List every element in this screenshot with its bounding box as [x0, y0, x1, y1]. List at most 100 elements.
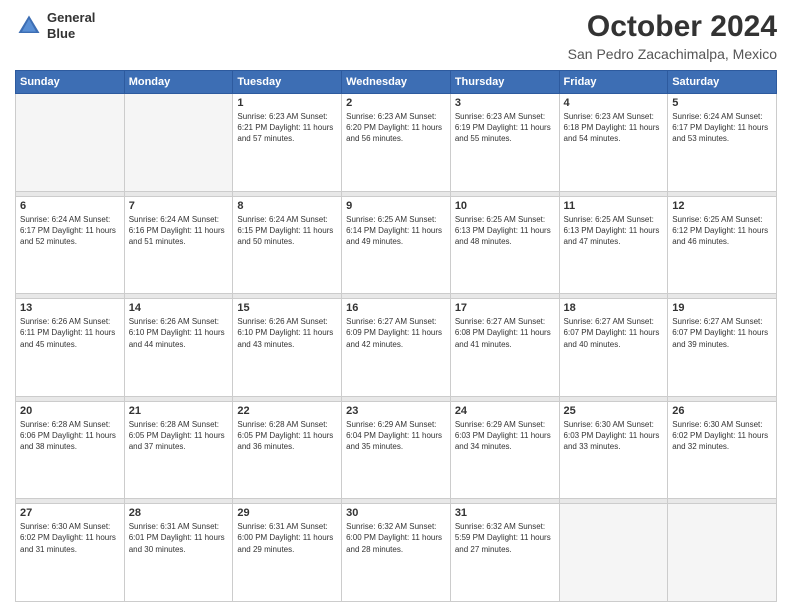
- day-number: 5: [672, 97, 772, 109]
- day-number: 14: [129, 302, 229, 314]
- day-info: Sunrise: 6:27 AM Sunset: 6:07 PM Dayligh…: [672, 316, 772, 350]
- calendar-cell: [124, 94, 233, 192]
- day-number: 3: [455, 97, 555, 109]
- page: General Blue October 2024 San Pedro Zaca…: [0, 0, 792, 612]
- calendar-cell: 27 Sunrise: 6:30 AM Sunset: 6:02 PM Dayli…: [16, 504, 125, 602]
- day-number: 21: [129, 405, 229, 417]
- day-info: Sunrise: 6:32 AM Sunset: 6:00 PM Dayligh…: [346, 521, 446, 555]
- calendar-cell: 12 Sunrise: 6:25 AM Sunset: 6:12 PM Dayli…: [668, 196, 777, 294]
- day-number: 24: [455, 405, 555, 417]
- calendar-cell: 24 Sunrise: 6:29 AM Sunset: 6:03 PM Dayli…: [450, 401, 559, 499]
- day-info: Sunrise: 6:29 AM Sunset: 6:04 PM Dayligh…: [346, 419, 446, 453]
- day-number: 27: [20, 507, 120, 519]
- logo-text: General Blue: [47, 10, 95, 41]
- day-number: 16: [346, 302, 446, 314]
- main-title: October 2024: [568, 10, 777, 44]
- day-number: 30: [346, 507, 446, 519]
- calendar-cell: 8 Sunrise: 6:24 AM Sunset: 6:15 PM Daylig…: [233, 196, 342, 294]
- calendar-cell: 1 Sunrise: 6:23 AM Sunset: 6:21 PM Daylig…: [233, 94, 342, 192]
- calendar-cell: 7Sunrise: 6:24 AM Sunset: 6:16 PM Daylig…: [124, 196, 233, 294]
- calendar-cell: [16, 94, 125, 192]
- day-info: Sunrise: 6:26 AM Sunset: 6:11 PM Dayligh…: [20, 316, 120, 350]
- day-info: Sunrise: 6:27 AM Sunset: 6:08 PM Dayligh…: [455, 316, 555, 350]
- day-info: Sunrise: 6:25 AM Sunset: 6:13 PM Dayligh…: [455, 214, 555, 248]
- weekday-header: Wednesday: [342, 71, 451, 94]
- weekday-header: Sunday: [16, 71, 125, 94]
- calendar-cell: 3Sunrise: 6:23 AM Sunset: 6:19 PM Daylig…: [450, 94, 559, 192]
- day-number: 10: [455, 200, 555, 212]
- calendar-cell: 13 Sunrise: 6:26 AM Sunset: 6:11 PM Dayli…: [16, 299, 125, 397]
- day-number: 15: [237, 302, 337, 314]
- day-info: Sunrise: 6:32 AM Sunset: 5:59 PM Dayligh…: [455, 521, 555, 555]
- day-number: 7: [129, 200, 229, 212]
- day-number: 12: [672, 200, 772, 212]
- calendar-cell: 29 Sunrise: 6:31 AM Sunset: 6:00 PM Dayli…: [233, 504, 342, 602]
- calendar-cell: 17Sunrise: 6:27 AM Sunset: 6:08 PM Dayli…: [450, 299, 559, 397]
- day-number: 29: [237, 507, 337, 519]
- day-number: 8: [237, 200, 337, 212]
- day-info: Sunrise: 6:28 AM Sunset: 6:05 PM Dayligh…: [129, 419, 229, 453]
- day-number: 19: [672, 302, 772, 314]
- calendar-cell: 22 Sunrise: 6:28 AM Sunset: 6:05 PM Dayli…: [233, 401, 342, 499]
- day-number: 23: [346, 405, 446, 417]
- calendar-cell: 30 Sunrise: 6:32 AM Sunset: 6:00 PM Dayli…: [342, 504, 451, 602]
- calendar-cell: [668, 504, 777, 602]
- calendar-cell: 21 Sunrise: 6:28 AM Sunset: 6:05 PM Dayli…: [124, 401, 233, 499]
- weekday-header: Saturday: [668, 71, 777, 94]
- subtitle: San Pedro Zacachimalpa, Mexico: [568, 46, 777, 62]
- day-number: 25: [564, 405, 664, 417]
- day-number: 26: [672, 405, 772, 417]
- calendar-cell: 11 Sunrise: 6:25 AM Sunset: 6:13 PM Dayli…: [559, 196, 668, 294]
- day-info: Sunrise: 6:28 AM Sunset: 6:05 PM Dayligh…: [237, 419, 337, 453]
- calendar-cell: 10 Sunrise: 6:25 AM Sunset: 6:13 PM Dayli…: [450, 196, 559, 294]
- weekday-header: Friday: [559, 71, 668, 94]
- calendar-cell: 14 Sunrise: 6:26 AM Sunset: 6:10 PM Dayli…: [124, 299, 233, 397]
- day-number: 6: [20, 200, 120, 212]
- calendar-table: SundayMondayTuesdayWednesdayThursdayFrid…: [15, 70, 777, 602]
- calendar-cell: 26Sunrise: 6:30 AM Sunset: 6:02 PM Dayli…: [668, 401, 777, 499]
- weekday-header: Monday: [124, 71, 233, 94]
- day-number: 11: [564, 200, 664, 212]
- day-info: Sunrise: 6:23 AM Sunset: 6:18 PM Dayligh…: [564, 111, 664, 145]
- day-number: 1: [237, 97, 337, 109]
- calendar-cell: 18 Sunrise: 6:27 AM Sunset: 6:07 PM Dayli…: [559, 299, 668, 397]
- calendar-cell: 25 Sunrise: 6:30 AM Sunset: 6:03 PM Dayli…: [559, 401, 668, 499]
- calendar-cell: 9Sunrise: 6:25 AM Sunset: 6:14 PM Daylig…: [342, 196, 451, 294]
- calendar-cell: 16Sunrise: 6:27 AM Sunset: 6:09 PM Dayli…: [342, 299, 451, 397]
- day-number: 28: [129, 507, 229, 519]
- day-info: Sunrise: 6:25 AM Sunset: 6:13 PM Dayligh…: [564, 214, 664, 248]
- day-number: 13: [20, 302, 120, 314]
- header: General Blue October 2024 San Pedro Zaca…: [15, 10, 777, 62]
- day-info: Sunrise: 6:31 AM Sunset: 6:00 PM Dayligh…: [237, 521, 337, 555]
- calendar-cell: 6 Sunrise: 6:24 AM Sunset: 6:17 PM Daylig…: [16, 196, 125, 294]
- title-block: October 2024 San Pedro Zacachimalpa, Mex…: [568, 10, 777, 62]
- calendar-cell: 5 Sunrise: 6:24 AM Sunset: 6:17 PM Daylig…: [668, 94, 777, 192]
- calendar-cell: 4 Sunrise: 6:23 AM Sunset: 6:18 PM Daylig…: [559, 94, 668, 192]
- day-number: 18: [564, 302, 664, 314]
- calendar-cell: 19 Sunrise: 6:27 AM Sunset: 6:07 PM Dayli…: [668, 299, 777, 397]
- day-info: Sunrise: 6:26 AM Sunset: 6:10 PM Dayligh…: [237, 316, 337, 350]
- day-info: Sunrise: 6:24 AM Sunset: 6:17 PM Dayligh…: [20, 214, 120, 248]
- day-number: 22: [237, 405, 337, 417]
- day-number: 31: [455, 507, 555, 519]
- day-info: Sunrise: 6:30 AM Sunset: 6:02 PM Dayligh…: [20, 521, 120, 555]
- day-info: Sunrise: 6:25 AM Sunset: 6:14 PM Dayligh…: [346, 214, 446, 248]
- day-info: Sunrise: 6:31 AM Sunset: 6:01 PM Dayligh…: [129, 521, 229, 555]
- day-number: 4: [564, 97, 664, 109]
- day-info: Sunrise: 6:24 AM Sunset: 6:15 PM Dayligh…: [237, 214, 337, 248]
- calendar-cell: 31 Sunrise: 6:32 AM Sunset: 5:59 PM Dayli…: [450, 504, 559, 602]
- logo: General Blue: [15, 10, 95, 41]
- calendar-cell: 20Sunrise: 6:28 AM Sunset: 6:06 PM Dayli…: [16, 401, 125, 499]
- day-info: Sunrise: 6:30 AM Sunset: 6:03 PM Dayligh…: [564, 419, 664, 453]
- day-info: Sunrise: 6:26 AM Sunset: 6:10 PM Dayligh…: [129, 316, 229, 350]
- day-info: Sunrise: 6:23 AM Sunset: 6:21 PM Dayligh…: [237, 111, 337, 145]
- day-info: Sunrise: 6:25 AM Sunset: 6:12 PM Dayligh…: [672, 214, 772, 248]
- weekday-header: Tuesday: [233, 71, 342, 94]
- day-info: Sunrise: 6:27 AM Sunset: 6:07 PM Dayligh…: [564, 316, 664, 350]
- day-info: Sunrise: 6:24 AM Sunset: 6:17 PM Dayligh…: [672, 111, 772, 145]
- day-info: Sunrise: 6:29 AM Sunset: 6:03 PM Dayligh…: [455, 419, 555, 453]
- calendar-cell: [559, 504, 668, 602]
- calendar-cell: 28 Sunrise: 6:31 AM Sunset: 6:01 PM Dayli…: [124, 504, 233, 602]
- weekday-header: Thursday: [450, 71, 559, 94]
- logo-icon: [15, 12, 43, 40]
